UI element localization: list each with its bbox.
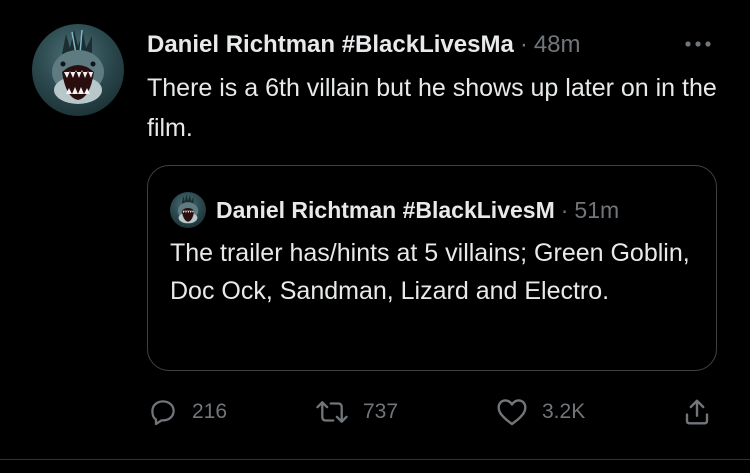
quoted-author-name[interactable]: Daniel Richtman #BlackLivesM bbox=[216, 197, 555, 224]
action-bar: 216 737 3.2K bbox=[0, 392, 750, 432]
separator-dot: · bbox=[519, 31, 528, 58]
author-name[interactable]: Daniel Richtman #BlackLivesMa bbox=[147, 31, 514, 59]
quoted-timestamp[interactable]: 51m bbox=[574, 197, 619, 224]
retweet-count: 737 bbox=[363, 400, 399, 423]
shark-avatar-icon bbox=[177, 194, 199, 224]
retweet-button[interactable]: 737 bbox=[315, 392, 398, 432]
more-horizontal-icon[interactable] bbox=[678, 32, 718, 56]
reply-icon bbox=[151, 400, 175, 426]
timestamp[interactable]: 48m bbox=[534, 31, 581, 59]
reply-button[interactable]: 216 bbox=[148, 392, 227, 432]
avatar[interactable] bbox=[32, 24, 124, 116]
quoted-tweet-text: The trailer has/hints at 5 villains; Gre… bbox=[170, 239, 690, 305]
separator-dot: · bbox=[560, 196, 569, 223]
quoted-tweet[interactable]: Daniel Richtman #BlackLivesM · 51m The t… bbox=[147, 165, 717, 371]
shark-avatar-icon bbox=[52, 29, 104, 104]
tweet[interactable]: Daniel Richtman #BlackLivesMa · 48m Ther… bbox=[0, 0, 750, 473]
quoted-tweet-header: Daniel Richtman #BlackLivesM · 51m bbox=[216, 192, 619, 228]
tweet-text: There is a 6th villain but he shows up l… bbox=[147, 74, 717, 142]
share-icon bbox=[685, 399, 709, 425]
divider bbox=[0, 459, 750, 460]
share-button[interactable] bbox=[682, 392, 712, 432]
like-count: 3.2K bbox=[542, 400, 586, 423]
quoted-avatar[interactable] bbox=[170, 192, 206, 228]
tweet-header: Daniel Richtman #BlackLivesMa · 48m bbox=[147, 28, 581, 62]
like-button[interactable]: 3.2K bbox=[496, 392, 585, 432]
heart-icon bbox=[497, 399, 527, 426]
reply-count: 216 bbox=[192, 400, 228, 423]
retweet-icon bbox=[316, 401, 348, 423]
